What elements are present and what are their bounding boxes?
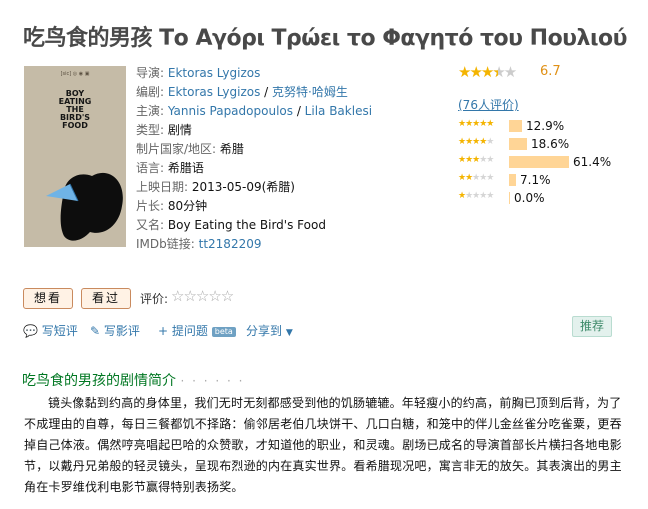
release-row: 上映日期: 2013-05-09(希腊) bbox=[136, 178, 372, 197]
imdb-label: IMDb链接: bbox=[136, 237, 195, 251]
country-label: 制片国家/地区: bbox=[136, 142, 217, 156]
comment-icon: 💬 bbox=[23, 324, 38, 338]
rating-bar-stars-icon: ★★★★★ bbox=[458, 119, 494, 129]
director-link[interactable]: Ektoras Lygizos bbox=[168, 66, 260, 80]
genre-row: 类型: 剧情 bbox=[136, 121, 372, 140]
cast-label: 主演: bbox=[136, 104, 165, 118]
director-label: 导演: bbox=[136, 66, 165, 80]
watched-button[interactable]: 看过 bbox=[81, 288, 132, 309]
rating-bar-fill bbox=[509, 156, 569, 168]
synopsis-heading: 吃鸟食的男孩的剧情简介 · · · · · · bbox=[22, 370, 244, 390]
runtime-label: 片长: bbox=[136, 199, 165, 213]
writer-link-2[interactable]: 克努特·哈姆生 bbox=[272, 85, 348, 99]
rating-bar-stars-icon: ★★★★★ bbox=[458, 191, 494, 201]
rating-bar-fill bbox=[509, 192, 510, 204]
country-row: 制片国家/地区: 希腊 bbox=[136, 140, 372, 159]
rating-bar-percent: 0.0% bbox=[514, 191, 545, 205]
votes-link[interactable]: (76人评价) bbox=[458, 96, 519, 113]
rating-score: 6.7 bbox=[540, 64, 561, 79]
rating-bar-percent: 18.6% bbox=[531, 137, 570, 151]
rating-stars-icon: ★★★★★★ bbox=[458, 63, 517, 81]
aka-label: 又名: bbox=[136, 218, 165, 232]
write-review-action[interactable]: ✎ 写影评 bbox=[90, 322, 140, 339]
synopsis-text: 镜头像黏到约高的身体里，我们无时无刻都感受到他的饥肠辘辘。年轻瘦小的约高，前胸已… bbox=[24, 396, 622, 494]
writer-separator: / bbox=[260, 85, 273, 99]
movie-poster[interactable]: [sic] ◎ ◉ ▣ BOY EATING THE BIRD'S FOOD bbox=[24, 66, 126, 247]
page-title: 吃鸟食的男孩 Το Αγόρι Τρώει το Φαγητό του Πουλ… bbox=[23, 26, 628, 51]
runtime-value: 80分钟 bbox=[167, 199, 208, 213]
aka-value: Boy Eating the Bird's Food bbox=[167, 218, 326, 232]
cast-separator: / bbox=[293, 104, 305, 118]
write-review-label: 写影评 bbox=[103, 324, 140, 338]
rating-bar-percent: 61.4% bbox=[573, 155, 612, 169]
pencil-icon: ✎ bbox=[90, 324, 101, 338]
rating-summary: ★★★★★★ 6.7 bbox=[458, 63, 561, 81]
rating-bar-stars-icon: ★★★★★ bbox=[458, 155, 494, 165]
rating-bar-stars-icon: ★★★★★ bbox=[458, 173, 494, 183]
rating-bar-percent: 7.1% bbox=[520, 173, 551, 187]
rating-bar-fill bbox=[509, 138, 527, 150]
runtime-row: 片长: 80分钟 bbox=[136, 197, 372, 216]
ask-question-action[interactable]: + 提问题 beta bbox=[158, 322, 236, 339]
rating-bar-fill bbox=[509, 120, 522, 132]
release-value: 2013-05-09(希腊) bbox=[191, 180, 295, 194]
synopsis-heading-dots: · · · · · · bbox=[180, 374, 245, 388]
cast-link-2[interactable]: Lila Baklesi bbox=[305, 104, 372, 118]
writer-link-1[interactable]: Ektoras Lygizos bbox=[168, 85, 260, 99]
my-rating-label: 评价: bbox=[140, 292, 169, 306]
director-row: 导演: Ektoras Lygizos bbox=[136, 64, 372, 83]
write-short-review-action[interactable]: 💬 写短评 bbox=[23, 322, 78, 339]
plus-icon: + bbox=[158, 324, 169, 338]
rating-bar-fill bbox=[509, 174, 516, 186]
imdb-link[interactable]: tt2182209 bbox=[199, 237, 262, 251]
ask-question-label: 提问题 bbox=[171, 324, 208, 338]
language-row: 语言: 希腊语 bbox=[136, 159, 372, 178]
imdb-row: IMDb链接: tt2182209 bbox=[136, 235, 372, 254]
cast-link-1[interactable]: Yannis Papadopoulos bbox=[168, 104, 293, 118]
beta-badge: beta bbox=[211, 327, 236, 337]
chevron-down-icon: ▼ bbox=[285, 328, 293, 338]
genre-value: 剧情 bbox=[167, 123, 192, 137]
genre-label: 类型: bbox=[136, 123, 165, 137]
language-label: 语言: bbox=[136, 161, 165, 175]
writer-label: 编剧: bbox=[136, 85, 165, 99]
poster-figure-image bbox=[46, 172, 123, 241]
writer-row: 编剧: Ektoras Lygizos / 克努特·哈姆生 bbox=[136, 83, 372, 102]
synopsis-heading-text: 吃鸟食的男孩的剧情简介 bbox=[22, 373, 176, 389]
release-label: 上映日期: bbox=[136, 180, 189, 194]
share-dropdown[interactable]: 分享到 ▼ bbox=[246, 322, 293, 339]
share-label: 分享到 bbox=[246, 324, 283, 338]
rating-bar-percent: 12.9% bbox=[526, 119, 565, 133]
aka-row: 又名: Boy Eating the Bird's Food bbox=[136, 216, 372, 235]
want-to-watch-button[interactable]: 想看 bbox=[23, 288, 74, 309]
write-short-review-label: 写短评 bbox=[41, 324, 78, 338]
rating-bar-stars-icon: ★★★★★ bbox=[458, 137, 494, 147]
movie-info: 导演: Ektoras Lygizos 编剧: Ektoras Lygizos … bbox=[136, 64, 372, 254]
my-rating-stars-icon[interactable]: ☆☆☆☆☆ bbox=[171, 287, 234, 305]
language-value: 希腊语 bbox=[167, 161, 204, 175]
country-value: 希腊 bbox=[219, 142, 244, 156]
cast-row: 主演: Yannis Papadopoulos / Lila Baklesi bbox=[136, 102, 372, 121]
recommend-button[interactable]: 推荐 bbox=[572, 316, 613, 337]
